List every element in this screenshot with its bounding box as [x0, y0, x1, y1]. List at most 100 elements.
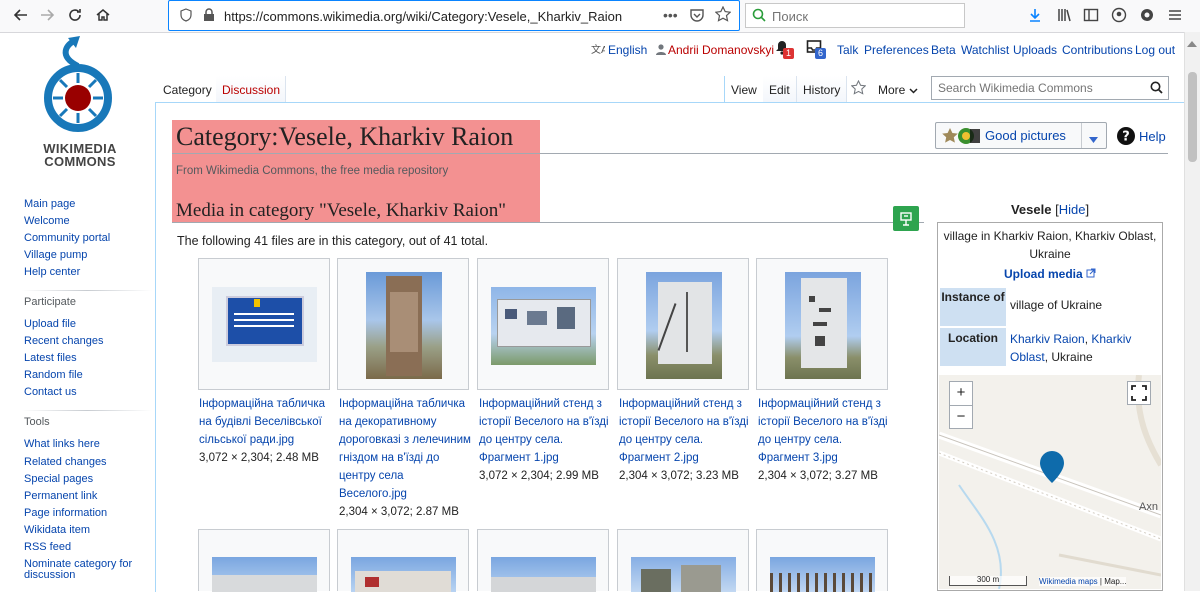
gallery-thumb[interactable]: [337, 529, 469, 592]
file-size: 2,304 × 3,072; 2.87 MB: [339, 506, 459, 518]
commons-logo-icon[interactable]: [28, 36, 132, 136]
gallery-thumb[interactable]: [756, 258, 888, 390]
talk-link[interactable]: Talk: [837, 43, 858, 57]
wiki-search-box[interactable]: [931, 76, 1169, 100]
upload-media-row: Upload media: [938, 267, 1162, 281]
gallery-thumb[interactable]: [617, 258, 749, 390]
sidebar-link-rss-feed[interactable]: RSS feed: [24, 541, 71, 554]
lock-icon[interactable]: [203, 8, 215, 25]
scroll-up-icon[interactable]: [1187, 36, 1197, 50]
thumbnail-image: [770, 557, 875, 592]
sidebar-link-page-information[interactable]: Page information: [24, 507, 107, 520]
tab-history[interactable]: History: [797, 76, 848, 102]
back-icon[interactable]: [10, 4, 32, 26]
shield-icon[interactable]: [179, 8, 193, 25]
browser-search-box[interactable]: [745, 3, 965, 28]
bookmark-star-icon[interactable]: [714, 5, 732, 25]
sidebar-link-nominate-category[interactable]: Nominate category for discussion: [24, 559, 149, 581]
watchlist-link[interactable]: Watchlist: [961, 43, 1009, 57]
sidebar-link-village-pump[interactable]: Village pump: [24, 249, 87, 262]
beta-link[interactable]: Beta: [931, 43, 956, 57]
tab-edit[interactable]: Edit: [763, 76, 797, 102]
search-icon[interactable]: [1150, 81, 1163, 97]
sidebar-link-related-changes[interactable]: Related changes: [24, 456, 107, 469]
url-bar[interactable]: https://commons.wikimedia.org/wiki/Categ…: [168, 0, 740, 31]
file-name-link[interactable]: Інформаційний стенд з історії Веселого н…: [479, 398, 609, 464]
help-icon[interactable]: ?: [1117, 127, 1135, 148]
browser-search-input[interactable]: [770, 8, 959, 25]
gallery-thumb[interactable]: [477, 258, 609, 390]
uploads-link[interactable]: Uploads: [1013, 43, 1057, 57]
file-name-link[interactable]: Інформаційна табличка на декоративному д…: [339, 398, 471, 500]
tab-view[interactable]: View: [724, 76, 764, 102]
scroll-thumb[interactable]: [1188, 72, 1197, 162]
thumbnail-image: [785, 272, 861, 379]
instance-of-value: village of Ukraine: [1010, 298, 1103, 312]
file-name-link[interactable]: Інформаційний стенд з історії Веселого н…: [758, 398, 888, 464]
language-link[interactable]: English: [608, 43, 647, 57]
gallery-thumb[interactable]: [617, 529, 749, 592]
user-link[interactable]: Andrii Domanovskyi: [668, 43, 774, 57]
thumbnail-image: [212, 287, 317, 362]
url-text[interactable]: https://commons.wikimedia.org/wiki/Categ…: [224, 9, 622, 24]
sidebar-link-welcome[interactable]: Welcome: [24, 215, 70, 228]
extension-icon[interactable]: [1136, 4, 1158, 26]
watch-star-icon[interactable]: [850, 79, 867, 98]
location-value: Kharkiv Raion, Kharkiv Oblast, Ukraine: [1010, 330, 1158, 366]
help-link[interactable]: Help: [1139, 129, 1166, 144]
good-pictures-label[interactable]: Good pictures: [985, 128, 1066, 143]
infobox-hide-link[interactable]: Hide: [1059, 202, 1086, 217]
location-link-raion[interactable]: Kharkiv Raion: [1010, 332, 1085, 346]
pocket-icon[interactable]: [689, 7, 705, 26]
map-marker-icon[interactable]: [1040, 451, 1064, 486]
good-pictures-dropdown[interactable]: Good pictures: [935, 122, 1107, 149]
reload-icon[interactable]: [64, 4, 86, 26]
page-scrollbar[interactable]: [1184, 32, 1200, 591]
dropdown-divider: [1081, 123, 1082, 148]
file-name-link[interactable]: Інформаційна табличка на будівлі Веселів…: [199, 398, 325, 446]
gallery-thumb[interactable]: [337, 258, 469, 390]
sidebar-link-contact-us[interactable]: Contact us: [24, 386, 77, 399]
caret-down-icon[interactable]: [1089, 132, 1098, 146]
upload-media-link[interactable]: Upload media: [1004, 267, 1083, 281]
home-icon[interactable]: [92, 4, 114, 26]
map-fullscreen-button[interactable]: [1127, 381, 1151, 405]
tab-discussion[interactable]: Discussion: [216, 76, 286, 102]
file-name-link[interactable]: Інформаційний стенд з історії Веселого н…: [619, 398, 749, 464]
sidebar-link-recent-changes[interactable]: Recent changes: [24, 335, 104, 348]
map-scale: 300 m: [949, 576, 1027, 586]
forward-icon[interactable]: [36, 4, 58, 26]
map-credit-link[interactable]: Wikimedia maps: [1039, 577, 1098, 586]
sidebar-link-upload-file[interactable]: Upload file: [24, 318, 76, 331]
sidebar-link-help-center[interactable]: Help center: [24, 266, 80, 279]
sidebar-link-wikidata-item[interactable]: Wikidata item: [24, 524, 90, 537]
more-actions-icon[interactable]: •••: [663, 7, 678, 23]
sidebar-link-permanent-link[interactable]: Permanent link: [24, 490, 97, 503]
gallery-thumb[interactable]: [198, 529, 330, 592]
sidebar-link-latest-files[interactable]: Latest files: [24, 352, 77, 365]
sidebar-link-random-file[interactable]: Random file: [24, 369, 83, 382]
tab-more[interactable]: More: [872, 76, 924, 102]
sidebar-link-what-links-here[interactable]: What links here: [24, 438, 100, 451]
sidebar-link-main-page[interactable]: Main page: [24, 198, 75, 211]
location-map[interactable]: Axn + − 300 m Wikimedia maps | Map...: [939, 375, 1161, 589]
map-zoom-out-button[interactable]: −: [950, 406, 972, 429]
menu-icon[interactable]: [1164, 4, 1186, 26]
wiki-search-input[interactable]: [936, 80, 1145, 96]
account-icon[interactable]: [1108, 4, 1130, 26]
gallery-thumb[interactable]: [477, 529, 609, 592]
tab-category[interactable]: Category: [157, 76, 218, 102]
sidebar-link-special-pages[interactable]: Special pages: [24, 473, 93, 486]
map-attribution: Wikimedia maps | Map...: [1039, 577, 1127, 586]
wizard-upload-icon[interactable]: [893, 206, 919, 231]
gallery-thumb[interactable]: [198, 258, 330, 390]
sidebar-toggle-icon[interactable]: [1080, 4, 1102, 26]
logout-link[interactable]: Log out: [1135, 43, 1175, 57]
library-icon[interactable]: [1054, 4, 1076, 26]
download-icon[interactable]: [1024, 4, 1046, 26]
sidebar-link-community-portal[interactable]: Community portal: [24, 232, 110, 245]
map-zoom-in-button[interactable]: +: [950, 382, 972, 406]
contributions-link[interactable]: Contributions: [1062, 43, 1133, 57]
gallery-thumb[interactable]: [756, 529, 888, 592]
preferences-link[interactable]: Preferences: [864, 43, 929, 57]
